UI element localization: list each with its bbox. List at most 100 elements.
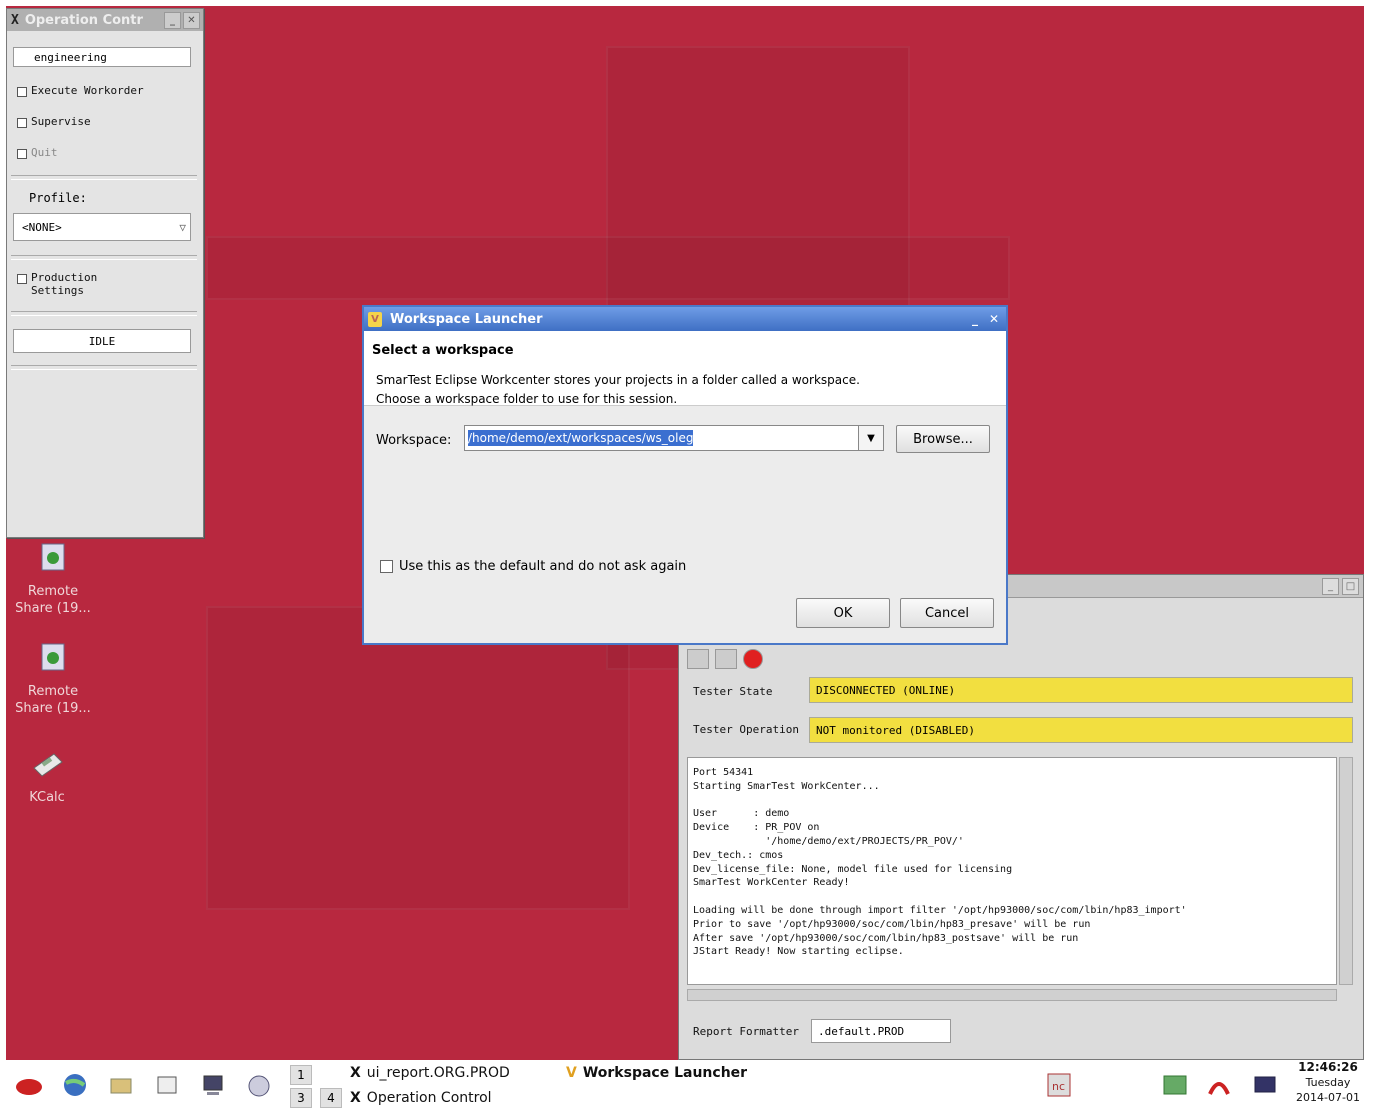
background-shape — [206, 606, 630, 910]
redhat-menu-icon[interactable] — [14, 1070, 44, 1100]
workspace-dropdown-button[interactable]: ▼ — [858, 425, 884, 451]
task-label: ui_report.ORG.PROD — [366, 1065, 510, 1081]
task-label: Operation Control — [366, 1090, 492, 1106]
divider — [11, 175, 197, 180]
description-line: Choose a workspace folder to use for thi… — [376, 392, 678, 406]
record-icon[interactable] — [743, 649, 763, 669]
icon-label: KCalc — [29, 790, 65, 805]
workcenter-toolbar — [687, 649, 763, 669]
svg-text:nc: nc — [1052, 1080, 1065, 1093]
workspace-input[interactable]: /home/demo/ext/workspaces/ws_oleg — [464, 425, 860, 451]
display-tray-icon[interactable] — [1250, 1070, 1280, 1100]
browse-button[interactable]: Browse... — [896, 425, 990, 453]
checkbox-label: Quit — [31, 146, 58, 159]
minimize-button[interactable]: _ — [1322, 577, 1339, 595]
cancel-button[interactable]: Cancel — [900, 598, 994, 628]
icon-label: Remote — [27, 684, 79, 699]
clock-date: 2014-07-01 — [1296, 1091, 1360, 1104]
checkbox-label: Use this as the default and do not ask a… — [399, 559, 687, 574]
workspace-switcher-3[interactable]: 3 — [290, 1088, 312, 1108]
save-icon[interactable] — [687, 649, 709, 669]
operation-control-window: X Operation Contr _ ✕ engineering Execut… — [6, 8, 204, 538]
workcenter-window: _ □ Tester State DISCONNECTED (ONLINE) T… — [678, 574, 1364, 1060]
task-ui-report[interactable]: X ui_report.ORG.PROD — [350, 1065, 510, 1081]
remote-share-icon-2[interactable]: Remote Share (19... — [8, 640, 98, 717]
description-line: SmarTest Eclipse Workcenter stores your … — [376, 373, 860, 387]
divider — [11, 255, 197, 260]
checkbox-icon — [17, 274, 27, 284]
dialog-titlebar[interactable]: V Workspace Launcher _ ✕ — [364, 307, 1006, 331]
dialog-description: SmarTest Eclipse Workcenter stores your … — [376, 371, 860, 409]
maximize-button[interactable]: □ — [1342, 577, 1359, 595]
console-log[interactable]: Port 54341 Starting SmarTest WorkCenter.… — [687, 757, 1337, 985]
report-formatter-input[interactable]: .default.PROD — [811, 1019, 951, 1043]
checkbox-icon — [17, 149, 27, 159]
icon-label: Share (19... — [15, 701, 91, 716]
execute-workorder-checkbox[interactable]: Execute Workorder — [17, 84, 144, 97]
supervise-checkbox[interactable]: Supervise — [17, 115, 91, 128]
clock[interactable]: 12:46:26 Tuesday 2014-07-01 — [1290, 1060, 1366, 1105]
eclipse-app-icon: V — [368, 311, 382, 327]
update-tray-icon[interactable] — [1160, 1070, 1190, 1100]
tester-operation-label: Tester Operation — [693, 723, 799, 736]
checkbox-icon — [380, 560, 393, 573]
horizontal-scrollbar[interactable] — [687, 989, 1337, 1001]
remote-share-icon-1[interactable]: Remote Share (19... — [8, 540, 98, 617]
workspace-switcher-1[interactable]: 1 — [290, 1065, 312, 1085]
calculator-icon — [33, 753, 63, 777]
divider — [11, 365, 197, 370]
checkbox-label: Production — [31, 271, 98, 284]
x-app-icon: X — [350, 1090, 361, 1106]
eclipse-app-icon: V — [566, 1065, 577, 1081]
close-button[interactable]: ✕ — [986, 311, 1002, 327]
close-button[interactable]: ✕ — [183, 11, 200, 29]
x-app-icon: X — [11, 12, 19, 28]
network-share-icon — [41, 543, 65, 571]
task-label: Workspace Launcher — [582, 1065, 748, 1081]
clear-icon[interactable] — [715, 649, 737, 669]
dialog-heading: Select a workspace — [372, 343, 514, 358]
quit-checkbox[interactable]: Quit — [17, 146, 58, 159]
taskbar: 1 3 4 X ui_report.ORG.PROD V Workspace L… — [0, 1060, 1374, 1109]
task-workspace-launcher[interactable]: V Workspace Launcher — [566, 1065, 747, 1081]
network-icon[interactable] — [244, 1070, 274, 1100]
dialog-header: Select a workspace SmarTest Eclipse Work… — [364, 331, 1006, 406]
workspace-switcher-4[interactable]: 4 — [320, 1088, 342, 1108]
report-formatter-label: Report Formatter — [693, 1025, 799, 1038]
kcalc-icon[interactable]: KCalc — [2, 746, 92, 806]
checkbox-label: Execute Workorder — [31, 84, 144, 97]
ok-button[interactable]: OK — [796, 598, 890, 628]
operation-control-title: Operation Contr — [24, 12, 143, 28]
checkbox-icon — [17, 87, 27, 97]
operation-control-titlebar[interactable]: X Operation Contr _ ✕ — [7, 9, 203, 31]
user-field: engineering — [13, 47, 191, 67]
workspace-value: /home/demo/ext/workspaces/ws_oleg — [468, 430, 694, 446]
tester-state-label: Tester State — [693, 685, 773, 698]
production-settings-checkbox[interactable]: Production Settings — [17, 271, 97, 297]
browser-icon[interactable] — [60, 1070, 90, 1100]
vertical-scrollbar[interactable] — [1339, 757, 1353, 985]
checkbox-icon — [17, 118, 27, 128]
pdf-tray-icon[interactable] — [1204, 1070, 1234, 1100]
nc-tray-icon[interactable]: nc — [1044, 1070, 1074, 1100]
task-operation-control[interactable]: X Operation Control — [350, 1090, 492, 1106]
profile-label: Profile: — [29, 191, 87, 205]
minimize-button[interactable]: _ — [967, 311, 983, 327]
chevron-down-icon: ▽ — [179, 220, 186, 234]
background-shape — [206, 236, 1010, 300]
tester-state-value: DISCONNECTED (ONLINE) — [809, 677, 1353, 703]
documents-icon[interactable] — [152, 1070, 182, 1100]
state-indicator: IDLE — [13, 329, 191, 353]
profile-value: <NONE> — [22, 220, 62, 234]
clock-time: 12:46:26 — [1298, 1060, 1358, 1074]
dialog-title: Workspace Launcher — [390, 311, 543, 327]
divider — [11, 311, 197, 316]
minimize-button[interactable]: _ — [164, 11, 181, 29]
network-share-icon — [41, 643, 65, 671]
mail-icon[interactable] — [106, 1070, 136, 1100]
terminal-icon[interactable] — [198, 1070, 228, 1100]
profile-select[interactable]: <NONE> ▽ — [13, 213, 191, 241]
workspace-label: Workspace: — [376, 433, 452, 448]
default-workspace-checkbox[interactable]: Use this as the default and do not ask a… — [380, 559, 686, 574]
workspace-launcher-dialog: V Workspace Launcher _ ✕ Select a worksp… — [362, 305, 1008, 645]
